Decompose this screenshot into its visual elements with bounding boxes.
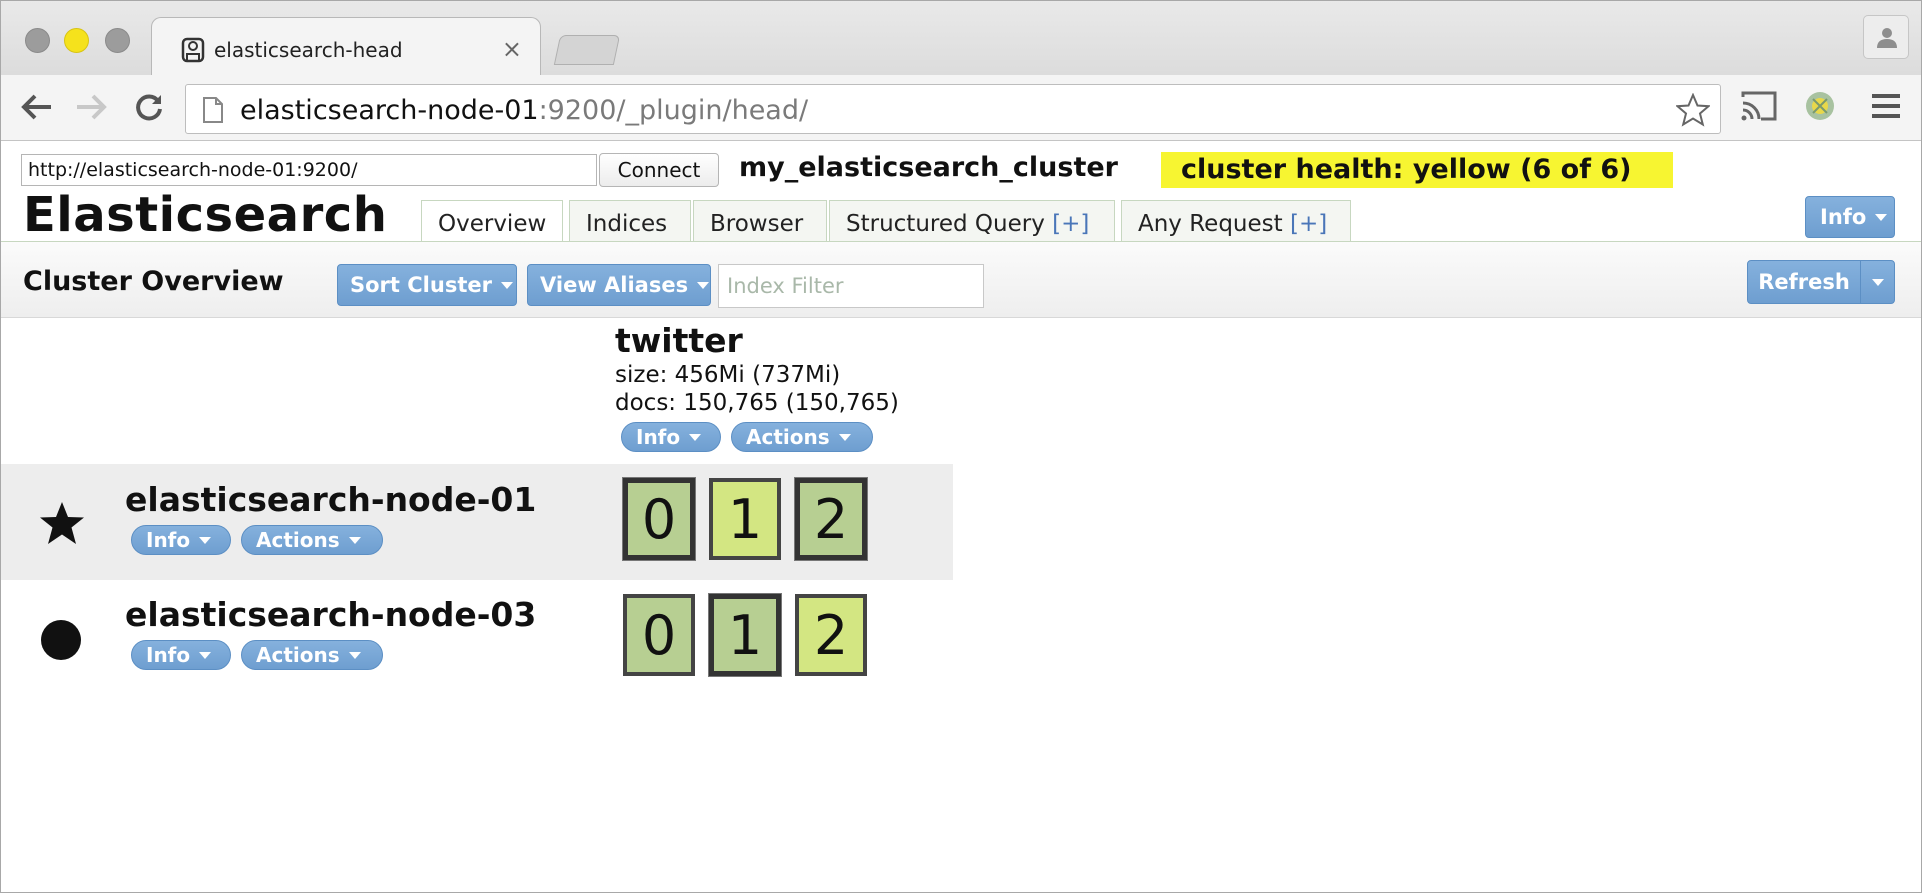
back-arrow-icon (21, 94, 51, 120)
node-row: elasticsearch-node-01 Info Actions 0 1 2 (1, 464, 953, 580)
chevron-down-icon (348, 536, 361, 544)
node-info-button[interactable]: Info (131, 525, 231, 555)
node-row: elasticsearch-node-03 Info Actions 0 1 2 (1, 580, 953, 696)
index-name: twitter (615, 321, 743, 360)
tab-any-request[interactable]: Any Request [+] (1121, 200, 1351, 242)
sort-cluster-label: Sort Cluster (350, 273, 492, 297)
index-info-button[interactable]: Info (621, 422, 721, 452)
node-actions-label: Actions (256, 528, 340, 552)
node-name: elasticsearch-node-01 (125, 480, 537, 519)
tab-close-icon[interactable]: × (502, 35, 522, 63)
tab-structured-query-plus[interactable]: [+] (1052, 211, 1089, 237)
tab-any-request-label: Any Request (1138, 211, 1283, 237)
node-actions-label: Actions (256, 643, 340, 667)
shard-1[interactable]: 1 (708, 593, 782, 677)
cast-icon[interactable] (1739, 89, 1779, 123)
index-info-label: Info (636, 425, 681, 449)
new-tab-button[interactable] (553, 35, 621, 65)
menu-icon[interactable] (1869, 89, 1903, 123)
address-url: elasticsearch-node-01:9200/_plugin/head/ (240, 95, 808, 126)
bookmark-star-icon[interactable] (1676, 93, 1710, 127)
url-host: elasticsearch-node-01 (240, 95, 539, 126)
index-docs: docs: 150,765 (150,765) (615, 390, 899, 416)
forward-button[interactable] (71, 87, 111, 127)
tab-overview[interactable]: Overview (421, 200, 563, 243)
chevron-down-icon (199, 536, 212, 544)
connect-url-input[interactable] (21, 154, 597, 186)
node-info-label: Info (146, 528, 191, 552)
chevron-down-icon (199, 651, 212, 659)
tab-any-request-plus[interactable]: [+] (1290, 211, 1327, 237)
extension-icon[interactable] (1803, 89, 1837, 123)
browser-tab-title: elasticsearch-head (214, 38, 403, 62)
chevron-down-icon (838, 433, 851, 441)
refresh-options-chevron-icon[interactable] (1872, 279, 1884, 286)
browser-tab-active[interactable]: elasticsearch-head × (151, 17, 541, 77)
minimize-window-button[interactable] (64, 28, 89, 53)
refresh-button-group: Refresh (1747, 260, 1895, 304)
index-actions-label: Actions (746, 425, 830, 449)
chevron-down-icon (1875, 213, 1888, 221)
cluster-name: my_elasticsearch_cluster (739, 152, 1118, 183)
shard-2[interactable]: 2 (794, 477, 868, 561)
node-info-label: Info (146, 643, 191, 667)
sort-cluster-button[interactable]: Sort Cluster (337, 264, 517, 306)
section-title: Cluster Overview (23, 266, 284, 297)
tab-overview-label: Overview (438, 211, 547, 237)
person-icon (1877, 28, 1897, 48)
index-filter-input[interactable] (718, 264, 984, 308)
view-aliases-label: View Aliases (540, 273, 689, 297)
node-info-button[interactable]: Info (131, 640, 231, 670)
node-actions-button[interactable]: Actions (241, 640, 383, 670)
shard-0[interactable]: 0 (623, 594, 695, 676)
info-menu-label: Info (1820, 205, 1867, 229)
cluster-overview-toolbar: Cluster Overview Sort Cluster View Alias… (1, 242, 1921, 318)
reload-icon (136, 94, 162, 121)
circle-icon (41, 620, 81, 660)
tab-structured-query[interactable]: Structured Query [+] (829, 200, 1115, 242)
back-button[interactable] (17, 87, 57, 127)
chevron-down-icon (697, 281, 710, 289)
browser-toolbar: elasticsearch-node-01:9200/_plugin/head/ (1, 75, 1921, 141)
node-actions-button[interactable]: Actions (241, 525, 383, 555)
refresh-divider (1860, 261, 1861, 303)
index-size: size: 456Mi (737Mi) (615, 362, 841, 388)
chevron-down-icon (500, 281, 513, 289)
chevron-down-icon (348, 651, 361, 659)
forward-arrow-icon (77, 94, 107, 120)
index-actions-button[interactable]: Actions (731, 422, 873, 452)
maximize-window-button[interactable] (105, 28, 130, 53)
tab-indices-label: Indices (586, 211, 668, 237)
cluster-health-badge: cluster health: yellow (6 of 6) (1161, 152, 1673, 188)
info-menu-button[interactable]: Info (1805, 196, 1895, 238)
tab-browser[interactable]: Browser (693, 200, 827, 242)
tab-structured-query-label: Structured Query (846, 211, 1045, 237)
refresh-button[interactable]: Refresh (1748, 261, 1860, 303)
shard-0[interactable]: 0 (622, 477, 696, 561)
view-aliases-button[interactable]: View Aliases (527, 264, 711, 306)
browser-window: elasticsearch-head × elasticsearch-node-… (0, 0, 1922, 893)
url-path: :9200/_plugin/head/ (538, 95, 809, 126)
address-bar[interactable]: elasticsearch-node-01:9200/_plugin/head/ (185, 84, 1721, 134)
shard-1[interactable]: 1 (709, 478, 781, 560)
shard-2[interactable]: 2 (795, 594, 867, 676)
reload-button[interactable] (129, 87, 169, 127)
chevron-down-icon (689, 433, 702, 441)
profile-button[interactable] (1863, 15, 1909, 59)
title-bar: elasticsearch-head × (1, 1, 1921, 77)
close-window-button[interactable] (25, 28, 50, 53)
tab-browser-label: Browser (710, 211, 804, 237)
favicon-icon (181, 37, 205, 63)
star-icon (40, 502, 84, 544)
tab-indices[interactable]: Indices (569, 200, 691, 242)
connect-button[interactable]: Connect (599, 153, 719, 187)
node-name: elasticsearch-node-03 (125, 595, 537, 634)
page-icon (203, 97, 223, 123)
app-logo-title: Elasticsearch (23, 187, 388, 243)
